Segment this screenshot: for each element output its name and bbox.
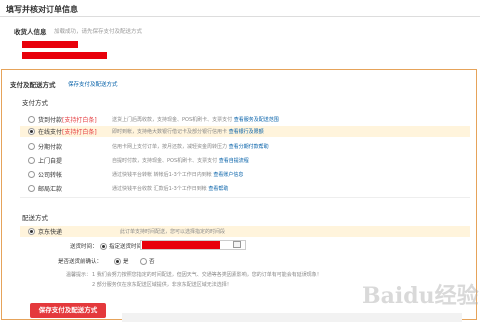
payment-option-online[interactable]: 在线支付[支持打白条] 即时到帐，支持绝大数银行借记卡及部分银行信用卡 查看银行… xyxy=(20,126,470,137)
redacted-receiver-name xyxy=(22,41,78,48)
delivery-option-name: 京东快递 xyxy=(38,229,63,236)
payment-option-link[interactable]: 查看银行及限额 xyxy=(229,129,264,135)
payment-option-transfer[interactable]: 公司转帐 通过快钱平台转帐 转帐后1-3个工作日内到帐 查看账户信息 xyxy=(20,169,470,180)
payment-option-desc: 自提时付款，支持现金、POS机刷卡、支票支付 xyxy=(112,157,218,164)
delivery-time-label: 送货时间： xyxy=(70,244,98,250)
payment-option-link[interactable]: 查看服务及配送范围 xyxy=(234,117,279,123)
page-title: 填写并核对订单信息 xyxy=(6,5,78,14)
redacted-delivery-time xyxy=(142,241,220,249)
confirm-yes-label: 是 xyxy=(123,259,129,265)
radio-button-selected[interactable] xyxy=(28,128,35,135)
payment-option-installment[interactable]: 分期付款 信用卡网上支付订单，按月还款，减轻资金周转压力 查看分期付款帮助 xyxy=(20,141,470,152)
delivery-option-desc: 此订单支持时间配送，您可以选择指定的时间段 xyxy=(120,228,226,235)
payment-option-name: 货到付款 xyxy=(38,117,63,124)
payment-option-name: 上门自提 xyxy=(38,158,63,165)
confirm-no-radio[interactable] xyxy=(140,258,147,265)
payment-option-name: 邮局汇款 xyxy=(38,186,63,193)
receiver-section-title: 收货人信息 xyxy=(14,28,47,36)
bottom-bar xyxy=(122,313,462,322)
payment-option-link[interactable]: 查看账户信息 xyxy=(213,172,243,178)
confirm-yes-radio[interactable] xyxy=(114,258,121,265)
confirm-no-label: 否 xyxy=(149,259,155,265)
payment-option-link[interactable]: 查看帮助 xyxy=(208,186,228,192)
radio-button[interactable] xyxy=(28,157,35,164)
payment-method-title: 支付方式 xyxy=(22,99,48,107)
payment-option-desc: 通过快钱平台收款 汇款后1-3个工作日到帐 xyxy=(112,185,207,192)
tip-line-2: 2 部分服务仅在京东配送区域提供，非京东配送区域无法选择！ xyxy=(92,282,232,288)
delivery-option-jd-express[interactable]: 京东快递 此订单支持时间配送，您可以选择指定的时间段 xyxy=(20,226,470,237)
payment-option-name: 在线支付 xyxy=(38,129,63,136)
baitiao-tag: [支持打白条] xyxy=(62,117,97,124)
baidu-jingyan-watermark: Baidu经验 xyxy=(362,283,479,309)
payment-option-postal[interactable]: 邮局汇款 通过快钱平台收款 汇款后1-3个工作日到帐 查看帮助 xyxy=(20,183,470,194)
radio-button[interactable] xyxy=(28,116,35,123)
tip-line-1: 1 我们会努力按照您指定的时间配送，但因天气、交通等各类因素影响，您的订单有可能… xyxy=(92,272,322,278)
time-option-radio[interactable] xyxy=(100,243,107,250)
receiver-note: 加载成功，请先保存支付及配送方式 xyxy=(54,29,143,35)
save-payment-delivery-button[interactable]: 保存支付及配送方式 xyxy=(30,303,106,318)
radio-button-selected[interactable] xyxy=(28,228,35,235)
payment-option-link[interactable]: 查看自提流程 xyxy=(219,158,249,164)
payment-option-pickup[interactable]: 上门自提 自提时付款，支持现金、POS机刷卡、支票支付 查看自提流程 xyxy=(20,155,470,166)
payment-option-link[interactable]: 查看分期付款帮助 xyxy=(229,144,269,150)
save-payment-delivery-link[interactable]: 保存支付及配送方式 xyxy=(68,80,118,88)
section-divider xyxy=(20,197,470,198)
radio-button[interactable] xyxy=(28,185,35,192)
payment-option-desc: 即时到帐，支持绝大数银行借记卡及部分银行信用卡 xyxy=(112,128,228,135)
payment-option-desc: 送货上门后再收款，支持现金、POS机刷卡、支票支付 xyxy=(112,116,233,123)
payment-option-name: 公司转帐 xyxy=(38,172,63,179)
payment-option-name: 分期付款 xyxy=(38,144,63,151)
confirm-before-delivery-label: 是否送货前确认： xyxy=(58,259,103,265)
delivery-method-title: 配送方式 xyxy=(22,214,48,222)
radio-button[interactable] xyxy=(28,171,35,178)
payment-delivery-title: 支付及配送方式 xyxy=(10,81,56,89)
calendar-icon[interactable] xyxy=(233,241,241,248)
radio-button[interactable] xyxy=(28,143,35,150)
title-divider xyxy=(0,16,480,17)
payment-option-desc: 通过快钱平台转帐 转帐后1-3个工作日内到帐 xyxy=(112,171,212,178)
baitiao-tag: [支持打白条] xyxy=(62,129,97,136)
redacted-receiver-address xyxy=(22,52,107,59)
time-option-label: 指定送货时间 xyxy=(109,244,143,250)
payment-option-desc: 信用卡网上支付订单，按月还款，减轻资金周转压力 xyxy=(112,143,228,150)
payment-option-cod[interactable]: 货到付款[支持打白条] 送货上门后再收款，支持现金、POS机刷卡、支票支付 查看… xyxy=(20,114,470,125)
tip-label: 温馨提示： xyxy=(66,272,92,278)
